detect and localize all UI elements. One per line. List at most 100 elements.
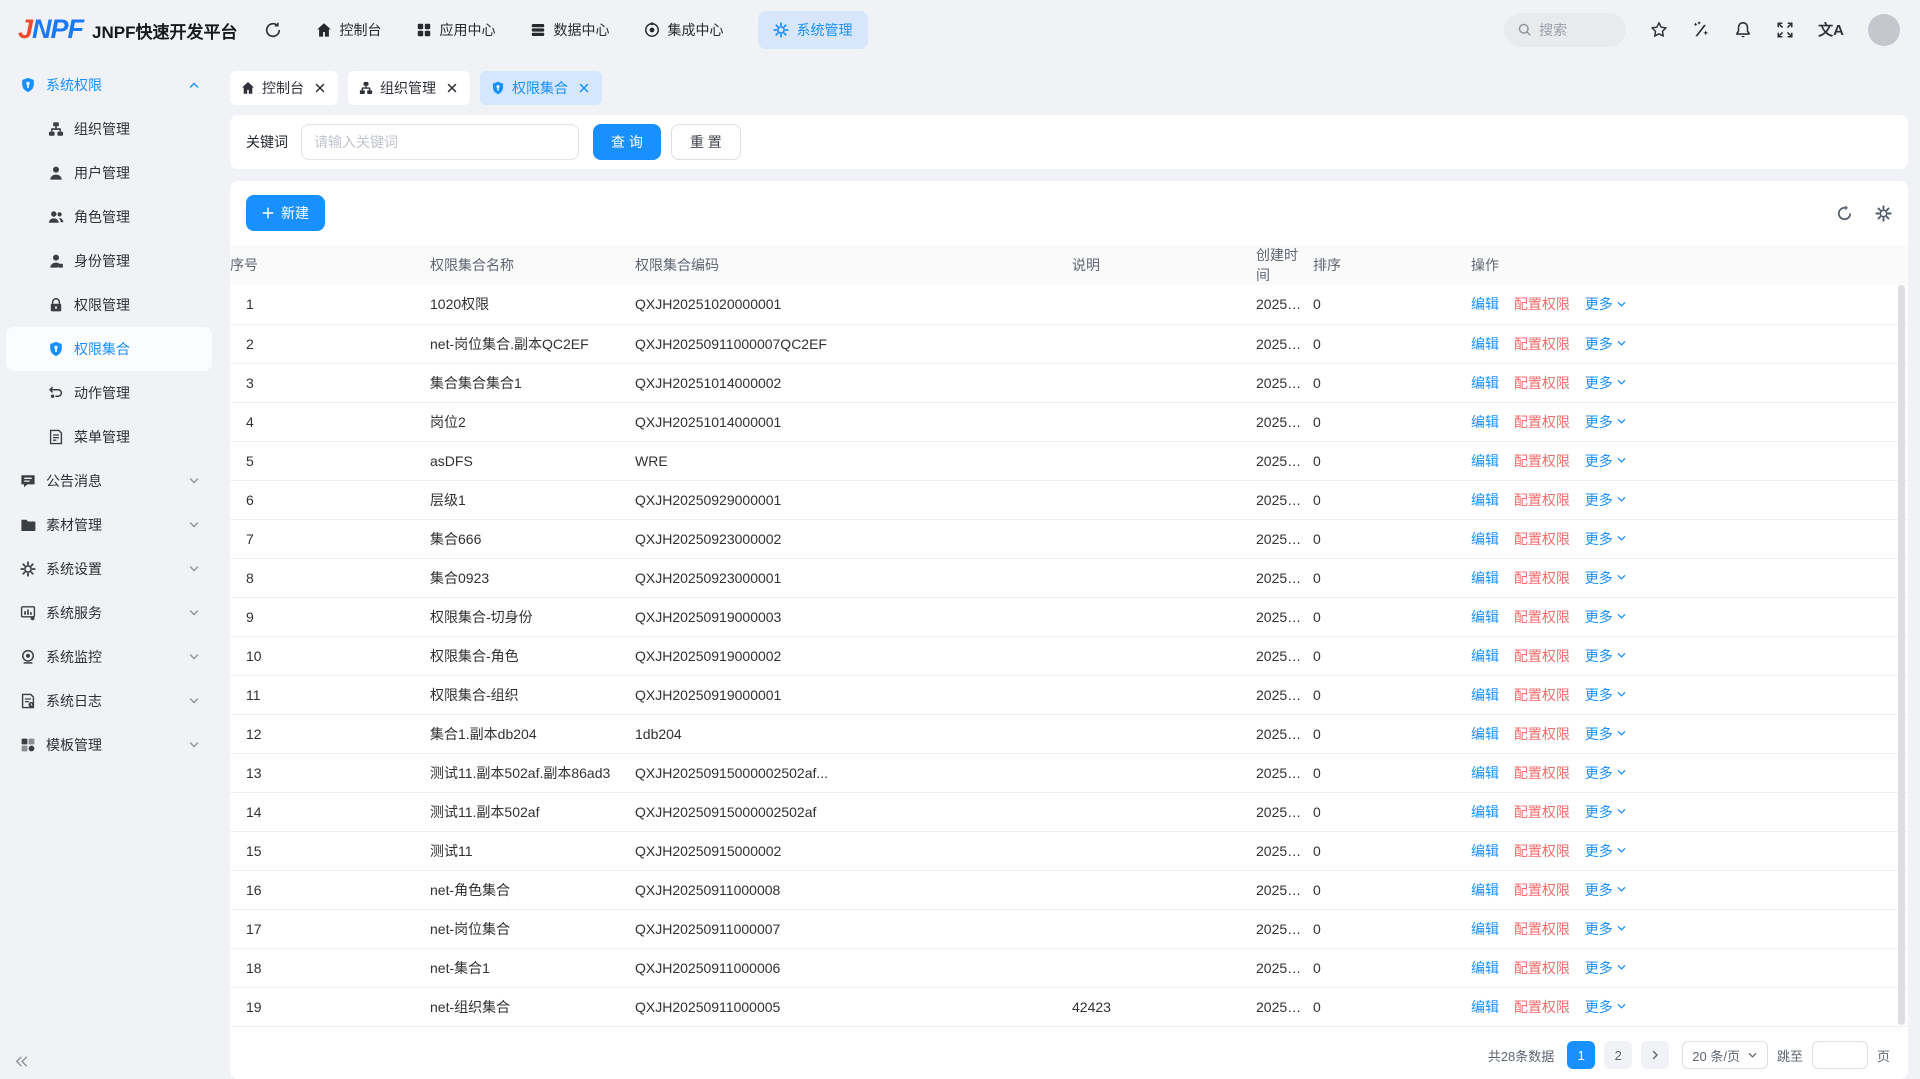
sidebar-item[interactable]: 系统权限 [0, 63, 218, 107]
page-1-button[interactable]: 1 [1567, 1041, 1595, 1069]
tab[interactable]: 组织管理 [348, 71, 470, 105]
page-2-button[interactable]: 2 [1604, 1041, 1632, 1069]
configure-permission-link[interactable]: 配置权限 [1514, 453, 1570, 469]
edit-link[interactable]: 编辑 [1471, 648, 1499, 664]
sidebar-item[interactable]: 组织管理 [0, 107, 218, 151]
configure-permission-link[interactable]: 配置权限 [1514, 687, 1570, 703]
more-link[interactable]: 更多 [1585, 841, 1627, 861]
configure-permission-link[interactable]: 配置权限 [1514, 336, 1570, 352]
edit-link[interactable]: 编辑 [1471, 453, 1499, 469]
edit-link[interactable]: 编辑 [1471, 765, 1499, 781]
table-settings-gear-icon[interactable] [1875, 205, 1892, 222]
more-link[interactable]: 更多 [1585, 451, 1627, 471]
top-nav-item[interactable]: 集成中心 [644, 11, 724, 49]
edit-link[interactable]: 编辑 [1471, 336, 1499, 352]
search-button[interactable]: 查 询 [593, 124, 661, 160]
ai-assistant-icon[interactable] [1692, 21, 1710, 39]
configure-permission-link[interactable]: 配置权限 [1514, 804, 1570, 820]
more-link[interactable]: 更多 [1585, 373, 1627, 393]
more-link[interactable]: 更多 [1585, 490, 1627, 510]
configure-permission-link[interactable]: 配置权限 [1514, 375, 1570, 391]
tab[interactable]: 权限集合 [480, 71, 602, 105]
sidebar-item[interactable]: 权限集合 [6, 327, 212, 371]
configure-permission-link[interactable]: 配置权限 [1514, 843, 1570, 859]
edit-link[interactable]: 编辑 [1471, 882, 1499, 898]
refresh-icon[interactable] [264, 21, 282, 39]
keyword-input[interactable] [301, 124, 579, 160]
more-link[interactable]: 更多 [1585, 412, 1627, 432]
edit-link[interactable]: 编辑 [1471, 492, 1499, 508]
edit-link[interactable]: 编辑 [1471, 531, 1499, 547]
reset-button[interactable]: 重 置 [671, 124, 741, 160]
global-search-input[interactable] [1539, 22, 1611, 38]
edit-link[interactable]: 编辑 [1471, 843, 1499, 859]
configure-permission-link[interactable]: 配置权限 [1514, 414, 1570, 430]
sidebar-item[interactable]: 系统日志 [0, 679, 218, 723]
sidebar-collapse-button[interactable] [14, 1055, 29, 1071]
new-button[interactable]: 新建 [246, 195, 325, 231]
more-link[interactable]: 更多 [1585, 880, 1627, 900]
sidebar-item[interactable]: 角色管理 [0, 195, 218, 239]
page-size-select[interactable]: 20 条/页 [1682, 1041, 1768, 1069]
sidebar-item[interactable]: 用户管理 [0, 151, 218, 195]
sidebar-item[interactable]: 菜单管理 [0, 415, 218, 459]
more-link[interactable]: 更多 [1585, 334, 1627, 354]
more-link[interactable]: 更多 [1585, 724, 1627, 744]
sidebar-item[interactable]: 公告消息 [0, 459, 218, 503]
sidebar-item[interactable]: 模板管理 [0, 723, 218, 767]
edit-link[interactable]: 编辑 [1471, 375, 1499, 391]
sidebar-item[interactable]: 系统设置 [0, 547, 218, 591]
edit-link[interactable]: 编辑 [1471, 804, 1499, 820]
top-nav-item[interactable]: 控制台 [316, 11, 382, 49]
configure-permission-link[interactable]: 配置权限 [1514, 921, 1570, 937]
configure-permission-link[interactable]: 配置权限 [1514, 570, 1570, 586]
configure-permission-link[interactable]: 配置权限 [1514, 726, 1570, 742]
configure-permission-link[interactable]: 配置权限 [1514, 609, 1570, 625]
top-nav-item[interactable]: 系统管理 [758, 11, 868, 49]
edit-link[interactable]: 编辑 [1471, 921, 1499, 937]
more-link[interactable]: 更多 [1585, 685, 1627, 705]
app-logo[interactable]: JNPF JNPF快速开发平台 [18, 14, 238, 45]
global-search[interactable] [1504, 13, 1626, 47]
edit-link[interactable]: 编辑 [1471, 609, 1499, 625]
next-page-button[interactable] [1641, 1041, 1669, 1069]
more-link[interactable]: 更多 [1585, 294, 1627, 314]
configure-permission-link[interactable]: 配置权限 [1514, 765, 1570, 781]
jump-page-input[interactable] [1812, 1041, 1868, 1069]
more-link[interactable]: 更多 [1585, 646, 1627, 666]
edit-link[interactable]: 编辑 [1471, 999, 1499, 1015]
top-nav-item[interactable]: 数据中心 [530, 11, 610, 49]
more-link[interactable]: 更多 [1585, 763, 1627, 783]
more-link[interactable]: 更多 [1585, 997, 1627, 1017]
more-link[interactable]: 更多 [1585, 568, 1627, 588]
close-icon[interactable] [313, 81, 327, 95]
configure-permission-link[interactable]: 配置权限 [1514, 492, 1570, 508]
edit-link[interactable]: 编辑 [1471, 960, 1499, 976]
edit-link[interactable]: 编辑 [1471, 726, 1499, 742]
sidebar-item[interactable]: 素材管理 [0, 503, 218, 547]
more-link[interactable]: 更多 [1585, 607, 1627, 627]
favorites-star-icon[interactable] [1650, 21, 1668, 39]
configure-permission-link[interactable]: 配置权限 [1514, 648, 1570, 664]
sidebar-item[interactable]: 系统监控 [0, 635, 218, 679]
edit-link[interactable]: 编辑 [1471, 414, 1499, 430]
more-link[interactable]: 更多 [1585, 802, 1627, 822]
configure-permission-link[interactable]: 配置权限 [1514, 960, 1570, 976]
table-scrollbar[interactable] [1898, 285, 1905, 1025]
sidebar-item[interactable]: 身份管理 [0, 239, 218, 283]
language-icon[interactable]: 文A [1818, 19, 1844, 40]
more-link[interactable]: 更多 [1585, 919, 1627, 939]
tab[interactable]: 控制台 [230, 71, 338, 105]
sidebar-item[interactable]: 动作管理 [0, 371, 218, 415]
more-link[interactable]: 更多 [1585, 958, 1627, 978]
configure-permission-link[interactable]: 配置权限 [1514, 531, 1570, 547]
sidebar-item[interactable]: 权限管理 [0, 283, 218, 327]
top-nav-item[interactable]: 应用中心 [416, 11, 496, 49]
close-icon[interactable] [445, 81, 459, 95]
notifications-bell-icon[interactable] [1734, 21, 1752, 39]
edit-link[interactable]: 编辑 [1471, 296, 1499, 312]
user-avatar[interactable] [1868, 14, 1900, 46]
table-refresh-icon[interactable] [1836, 205, 1853, 222]
more-link[interactable]: 更多 [1585, 529, 1627, 549]
edit-link[interactable]: 编辑 [1471, 570, 1499, 586]
